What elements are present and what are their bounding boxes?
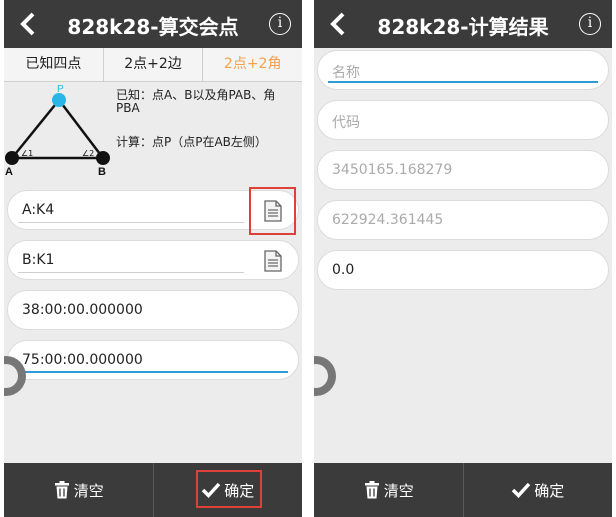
y-coordinate-value: 622924.361445 (332, 212, 444, 228)
clear-button[interactable]: 清空 (4, 463, 154, 517)
point-b-value: B:K1 (22, 252, 55, 268)
right-screen: 828k28-计算结果 i 名称 代码 3450165.168279 62292… (314, 0, 612, 517)
back-arrow-icon[interactable] (324, 8, 354, 40)
angle-2-value: 75:00:00.000000 (22, 352, 143, 368)
angle-2-field[interactable]: 75:00:00.000000 (7, 340, 299, 380)
known-description: 已知：点A、B以及角PAB、角PBA (116, 88, 276, 115)
title-bar: 828k28-计算结果 i (314, 0, 612, 48)
point-b-field[interactable]: B:K1 (7, 240, 299, 280)
point-a-label: A (5, 166, 13, 178)
document-icon[interactable] (264, 250, 282, 272)
code-placeholder: 代码 (332, 115, 360, 131)
angle-1-label: ∠1 (21, 149, 33, 158)
point-p-label: P (57, 84, 64, 95)
checkmark-icon (511, 482, 531, 498)
page-title: 828k28-计算结果 (377, 15, 549, 39)
tab-four-points[interactable]: 已知四点 (4, 48, 104, 81)
confirm-label: 确定 (534, 481, 565, 500)
trash-icon (364, 481, 379, 499)
point-a-marker (5, 151, 19, 165)
page-title: 828k28-算交会点 (67, 15, 239, 39)
angle-1-field[interactable]: 38:00:00.000000 (7, 290, 299, 330)
height-value: 0.0 (332, 262, 355, 278)
name-field[interactable]: 名称 (317, 50, 609, 90)
back-arrow-icon[interactable] (14, 8, 44, 40)
calculate-description: 计算：点P（点P在AB左侧） (116, 135, 267, 149)
point-p-marker (52, 93, 66, 107)
point-a-value: A:K4 (22, 202, 55, 218)
clear-label: 清空 (73, 481, 104, 500)
angle-1-value: 38:00:00.000000 (22, 302, 143, 318)
info-icon[interactable]: i (269, 13, 291, 35)
tab-two-points-two-angles[interactable]: 2点+2角 (203, 48, 302, 81)
point-b-label: B (98, 166, 106, 178)
point-b-marker (96, 151, 110, 165)
trash-icon (54, 481, 69, 499)
title-bar: 828k28-算交会点 i (4, 0, 302, 48)
left-screen: 828k28-算交会点 i 已知四点 2点+2边 2点+2角 P A B ∠1 … (4, 0, 302, 517)
highlight-box-document (249, 187, 296, 235)
tab-two-points-two-sides[interactable]: 2点+2边 (104, 48, 204, 81)
triangle-diagram: P A B ∠1 ∠2 (5, 84, 110, 178)
clear-button[interactable]: 清空 (314, 463, 464, 517)
floating-ring-handle[interactable] (314, 356, 336, 396)
name-placeholder: 名称 (332, 65, 360, 81)
x-coordinate-value: 3450165.168279 (332, 162, 453, 178)
bottom-bar: 清空 确定 (314, 463, 612, 517)
confirm-button[interactable]: 确定 (464, 463, 613, 517)
info-icon[interactable]: i (579, 13, 601, 35)
clear-label: 清空 (383, 481, 414, 500)
x-coordinate-field: 3450165.168279 (317, 150, 609, 190)
highlight-box-confirm (196, 470, 262, 508)
height-field[interactable]: 0.0 (317, 250, 609, 290)
mode-tabs: 已知四点 2点+2边 2点+2角 (4, 48, 302, 82)
angle-2-label: ∠2 (82, 149, 94, 158)
code-field[interactable]: 代码 (317, 100, 609, 140)
y-coordinate-field: 622924.361445 (317, 200, 609, 240)
